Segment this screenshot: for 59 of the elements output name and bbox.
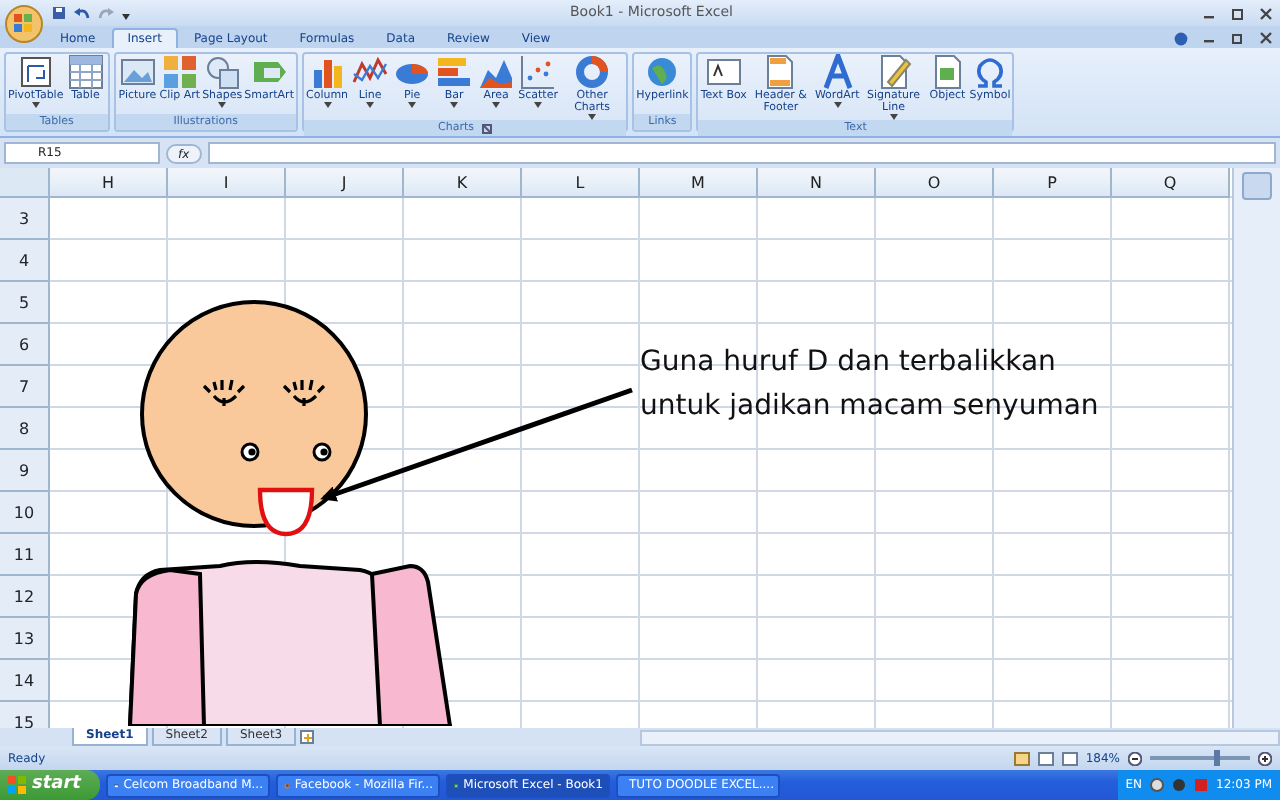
windows-logo-icon: [8, 776, 26, 794]
page-break-view-icon[interactable]: [1061, 751, 1078, 765]
column-header[interactable]: O: [876, 168, 994, 198]
column-header[interactable]: K: [404, 168, 522, 198]
zoom-in-icon[interactable]: [1258, 751, 1272, 765]
row-header[interactable]: 14: [0, 660, 50, 702]
tray-icon[interactable]: [1150, 778, 1164, 792]
wordart-icon: [819, 54, 856, 90]
horizontal-scrollbar[interactable]: [640, 729, 1280, 745]
insert-sheet-icon[interactable]: [300, 730, 317, 744]
picture-icon: [119, 54, 156, 90]
callout-text: Guna huruf D dan terbalikkan untuk jadikan macam senyuman: [640, 344, 1099, 426]
row-header[interactable]: 13: [0, 618, 50, 660]
row-header[interactable]: 12: [0, 576, 50, 618]
column-header[interactable]: J: [286, 168, 404, 198]
dialog-launcher-icon[interactable]: [482, 123, 493, 133]
row-header[interactable]: 15: [0, 702, 50, 728]
undo-icon[interactable]: [74, 6, 90, 20]
save-icon[interactable]: [52, 6, 66, 20]
pencil-icon: [875, 54, 912, 90]
object-icon: [929, 54, 966, 90]
column-chart-icon: [309, 54, 346, 90]
row-header[interactable]: 5: [0, 282, 50, 324]
clip-art-icon: [161, 54, 198, 90]
scatter-chart-icon: [520, 54, 557, 90]
column-header[interactable]: I: [168, 168, 286, 198]
row-header[interactable]: 3: [0, 198, 50, 240]
page-icon: [762, 54, 799, 90]
bar-chart-icon: [436, 54, 473, 90]
row-header[interactable]: 7: [0, 366, 50, 408]
maximize-icon[interactable]: [1232, 7, 1244, 19]
column-header[interactable]: L: [522, 168, 640, 198]
zoom-out-icon[interactable]: [1128, 751, 1142, 765]
formula-input[interactable]: [207, 142, 1276, 164]
page-layout-view-icon[interactable]: [1037, 751, 1054, 765]
column-header[interactable]: N: [758, 168, 876, 198]
column-header[interactable]: P: [994, 168, 1112, 198]
pivot-table-icon: [17, 54, 54, 90]
row-header[interactable]: 4: [0, 240, 50, 282]
shapes-icon: [204, 54, 241, 90]
normal-view-icon[interactable]: [1013, 751, 1030, 765]
restore-icon[interactable]: [1232, 32, 1244, 44]
omega-icon: [972, 54, 1009, 90]
column-header[interactable]: M: [640, 168, 758, 198]
donut-chart-icon: [574, 54, 611, 90]
close-icon[interactable]: [1260, 7, 1272, 19]
column-header[interactable]: H: [50, 168, 168, 198]
row-header[interactable]: 10: [0, 492, 50, 534]
row-header[interactable]: 8: [0, 408, 50, 450]
close-icon[interactable]: [1260, 32, 1272, 44]
browser-icon: [284, 777, 291, 793]
row-header[interactable]: 11: [0, 534, 50, 576]
row-header[interactable]: 9: [0, 450, 50, 492]
text-box-icon: [705, 54, 742, 90]
vertical-scrollbar[interactable]: [1232, 168, 1280, 728]
column-header[interactable]: Q: [1112, 168, 1230, 198]
row-header[interactable]: 6: [0, 324, 50, 366]
globe-icon: [644, 54, 681, 90]
slider-thumb[interactable]: [1213, 750, 1219, 766]
